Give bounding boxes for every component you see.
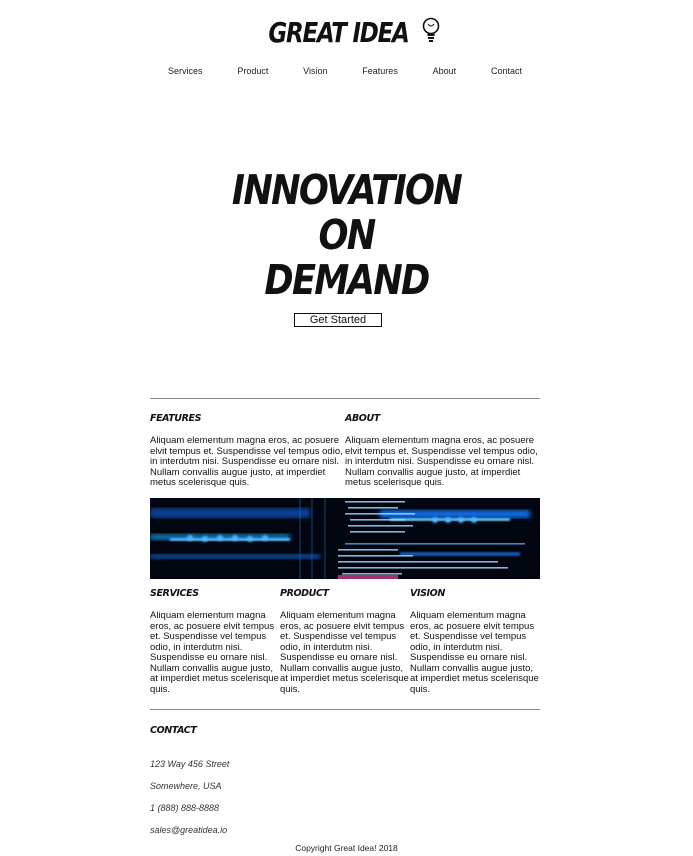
hero-line-3: DEMAND (264, 256, 430, 304)
about-title: ABOUT (345, 413, 380, 424)
nav-item-contact[interactable]: Contact (491, 66, 522, 76)
footer-copyright: Copyright Great Idea! 2018 (295, 843, 398, 853)
nav-item-services[interactable]: Services (168, 66, 203, 76)
brand-name: GREAT IDEA (268, 15, 409, 49)
nav-item-about[interactable]: About (433, 66, 457, 76)
features-title: FEATURES (150, 413, 202, 424)
nav-item-product[interactable]: Product (237, 66, 268, 76)
divider-bottom (150, 709, 540, 710)
hero-line-2: ON (318, 211, 376, 259)
hero-line-1: INNOVATION (231, 166, 463, 214)
hero-heading: INNOVATION ON DEMAND (0, 168, 693, 303)
features-text: Aliquam elementum magna eros, ac posuere… (150, 435, 343, 488)
code-banner-graphic (150, 498, 540, 579)
contact-phone[interactable]: 1 (888) 888-8888 (150, 803, 219, 813)
product-title: PRODUCT (280, 588, 329, 599)
site-logo[interactable]: GREAT IDEA (0, 14, 693, 50)
lightbulb-icon (422, 17, 440, 42)
services-text: Aliquam elementum magna eros, ac posuere… (150, 610, 279, 695)
main-nav: Services Product Vision Features About C… (150, 66, 540, 76)
services-title: SERVICES (150, 588, 199, 599)
vision-title: VISION (410, 588, 445, 599)
product-text: Aliquam elementum magna eros, ac posuere… (280, 610, 409, 695)
about-text: Aliquam elementum magna eros, ac posuere… (345, 435, 538, 488)
contact-address-line2: Somewhere, USA (150, 781, 222, 791)
nav-item-features[interactable]: Features (362, 66, 398, 76)
vision-text: Aliquam elementum magna eros, ac posuere… (410, 610, 539, 695)
code-banner-image (150, 498, 540, 579)
divider-top (150, 398, 540, 399)
contact-email[interactable]: sales@greatidea.io (150, 825, 227, 835)
contact-address-line1: 123 Way 456 Street (150, 759, 230, 769)
get-started-button[interactable]: Get Started (294, 313, 382, 327)
nav-item-vision[interactable]: Vision (303, 66, 327, 76)
contact-title: CONTACT (150, 725, 197, 736)
